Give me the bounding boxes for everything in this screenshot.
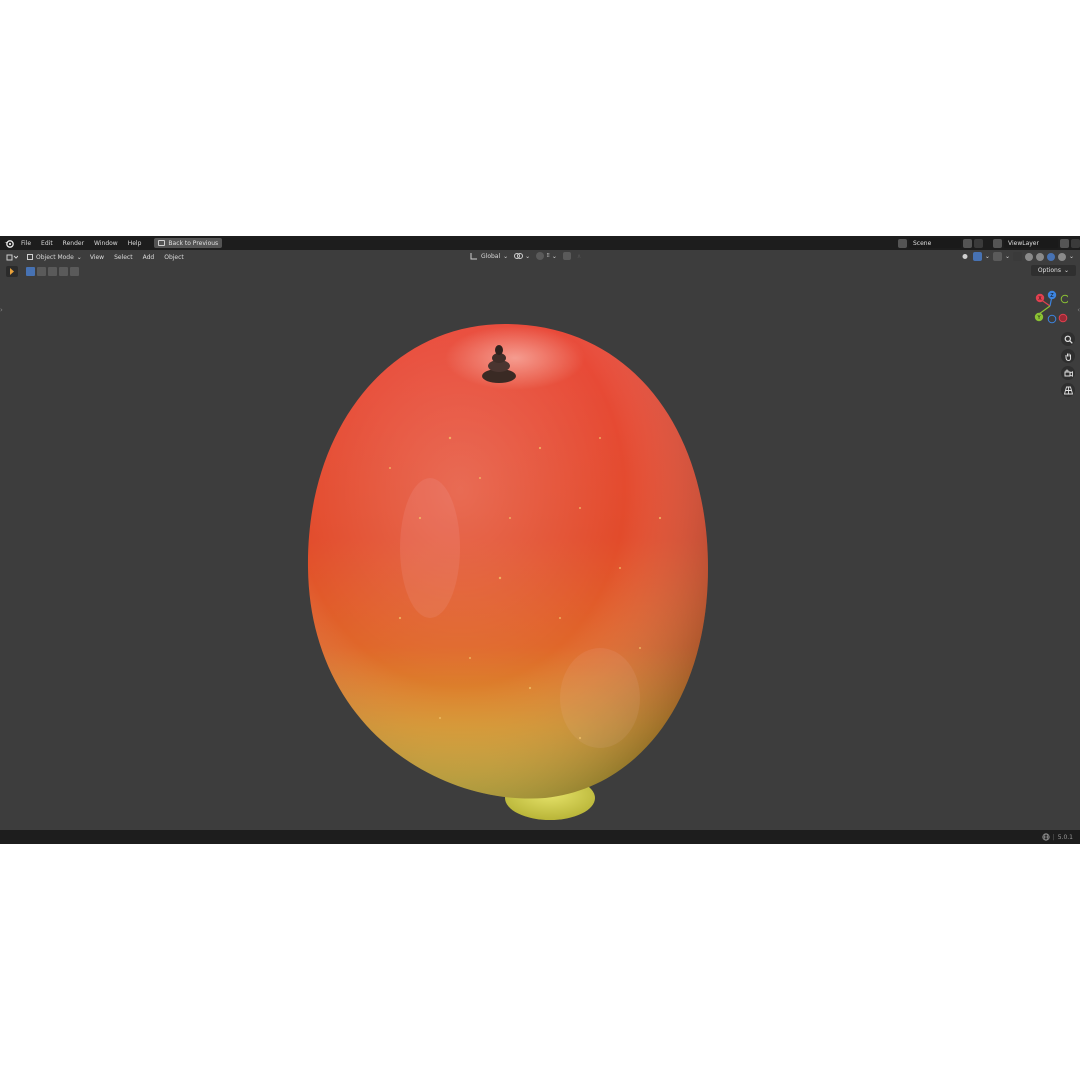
status-bar: | 5.0.1	[0, 830, 1080, 844]
gizmo-toggle-icon[interactable]	[972, 252, 982, 261]
menu-select[interactable]: Select	[109, 254, 138, 261]
tool-row	[6, 266, 79, 277]
chevron-down-icon: ⌄	[503, 252, 509, 260]
pivot-point-dropdown[interactable]: ⌄	[514, 252, 530, 260]
cursor-arrow-icon	[10, 268, 14, 275]
top-bar: File Edit Render Window Help Back to Pre…	[0, 236, 1080, 250]
view-layer-icon[interactable]	[993, 238, 1002, 248]
menu-view[interactable]: View	[85, 254, 109, 261]
chevron-down-icon: ⌄	[525, 252, 531, 260]
view-layer-field[interactable]: ViewLayer	[1004, 238, 1058, 248]
select-mode-intersect-icon[interactable]	[70, 267, 79, 276]
options-dropdown[interactable]: Options ⌄	[1030, 265, 1076, 276]
viewport-header: Object Mode ⌄ View Select Add Object Glo…	[0, 250, 1080, 264]
chevron-down-icon: ⌄	[76, 253, 82, 261]
camera-view-button[interactable]	[1061, 366, 1075, 380]
proportional-falloff-icon: ∧	[576, 252, 582, 260]
material-preview-shading-icon[interactable]	[1046, 252, 1055, 261]
perspective-toggle-button[interactable]	[1061, 383, 1075, 397]
menu-render[interactable]: Render	[58, 240, 89, 247]
transform-orientation-label: Global	[481, 252, 501, 260]
back-to-previous-label: Back to Previous	[168, 239, 219, 247]
select-tool-button[interactable]	[6, 266, 18, 277]
3d-viewport[interactable]: Object Mode ⌄ View Select Add Object Glo…	[0, 250, 1080, 830]
back-to-previous-button[interactable]: Back to Previous	[154, 238, 223, 248]
mango-3d-object[interactable]	[300, 318, 720, 828]
mango-bloom-patch	[400, 478, 460, 618]
magnifier-icon	[1064, 335, 1073, 344]
chevron-down-icon: ⌄	[1004, 253, 1010, 260]
object-mode-dropdown[interactable]: Object Mode ⌄	[24, 252, 85, 262]
menu-add[interactable]: Add	[138, 254, 160, 261]
snap-target-icon: ⠿	[546, 253, 550, 259]
rendered-shading-icon[interactable]	[1057, 252, 1066, 261]
chevron-down-icon: ⌄	[984, 253, 990, 260]
status-separator: |	[1052, 833, 1055, 841]
delete-scene-icon[interactable]	[974, 238, 983, 248]
version-label: 5.0.1	[1057, 833, 1073, 841]
blender-window: File Edit Render Window Help Back to Pre…	[0, 236, 1080, 844]
solid-shading-icon[interactable]	[1035, 252, 1044, 261]
mango-bloom-patch	[560, 648, 640, 748]
object-mode-label: Object Mode	[36, 253, 74, 261]
camera-icon	[1064, 369, 1073, 377]
transform-tools: Global ⌄ ⌄ ⠿ ⌄ ∧	[470, 252, 581, 260]
scene-name: Scene	[913, 239, 932, 247]
back-window-icon	[158, 240, 166, 246]
xray-toggle-icon[interactable]	[1012, 252, 1022, 261]
view-layer-name: ViewLayer	[1008, 239, 1039, 247]
toolbar-expand-arrow-icon[interactable]: ›	[0, 306, 3, 314]
menu-file[interactable]: File	[16, 240, 36, 247]
editor-type-icon[interactable]	[6, 252, 20, 262]
hand-icon	[1065, 353, 1071, 361]
chevron-down-icon: ⌄	[1068, 253, 1074, 260]
menu-help[interactable]: Help	[123, 240, 147, 247]
grid-perspective-icon	[1063, 386, 1073, 394]
version-info: | 5.0.1	[1042, 833, 1073, 841]
scene-field[interactable]: Scene	[909, 238, 961, 248]
chevron-down-icon: ⌄	[1063, 267, 1069, 274]
blender-logo-icon[interactable]	[3, 238, 14, 248]
navigation-gizmo[interactable]: Z X Y	[1032, 290, 1068, 326]
gizmo-neg-y-axis	[1060, 294, 1068, 304]
menu-edit[interactable]: Edit	[36, 240, 58, 247]
options-label: Options	[1037, 267, 1061, 274]
menu-object[interactable]: Object	[159, 254, 189, 261]
snapping-dropdown[interactable]: ⠿ ⌄	[536, 252, 557, 260]
topbar-right: Scene ViewLayer	[898, 236, 1080, 250]
object-mode-icon	[27, 254, 33, 260]
new-scene-icon[interactable]	[963, 238, 972, 248]
menu-window[interactable]: Window	[89, 240, 123, 247]
viewport-right-tools: ⌄ ⌄ ⌄	[961, 252, 1074, 261]
mango-top-highlight	[445, 326, 585, 390]
gizmo-neg-x-axis	[1058, 313, 1068, 323]
chevron-down-icon: ⌄	[551, 252, 557, 260]
gizmo-x-label: X	[1038, 296, 1042, 302]
select-mode-extend-icon[interactable]	[37, 267, 46, 276]
orientation-axes-icon	[470, 253, 477, 260]
select-mode-subtract-icon[interactable]	[48, 267, 57, 276]
snap-toggle-icon[interactable]	[536, 252, 545, 260]
mango-shading	[307, 324, 708, 799]
scene-selector-icon[interactable]	[898, 238, 907, 248]
globe-icon	[1042, 833, 1050, 841]
pivot-point-icon	[514, 253, 524, 259]
select-mode-new-icon[interactable]	[26, 267, 35, 276]
pan-button[interactable]	[1061, 349, 1075, 363]
gizmo-z-label: Z	[1050, 293, 1054, 299]
overlays-toggle-icon[interactable]	[992, 252, 1002, 261]
gizmo-neg-z-axis	[1047, 314, 1057, 324]
delete-view-layer-icon[interactable]	[1071, 238, 1080, 248]
transform-orientation-dropdown[interactable]: Global ⌄	[470, 252, 508, 260]
zoom-button[interactable]	[1061, 332, 1075, 346]
wireframe-shading-icon[interactable]	[1024, 252, 1033, 261]
new-view-layer-icon[interactable]	[1060, 238, 1069, 248]
select-mode-invert-icon[interactable]	[59, 267, 68, 276]
visibility-icon[interactable]	[961, 252, 970, 261]
proportional-editing-icon[interactable]	[562, 252, 571, 260]
